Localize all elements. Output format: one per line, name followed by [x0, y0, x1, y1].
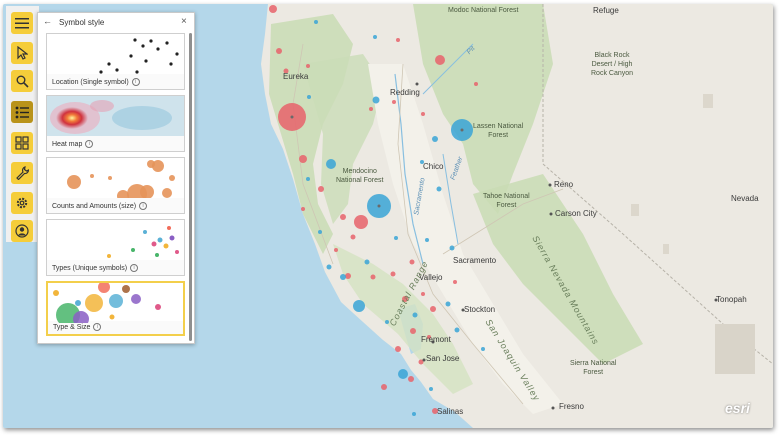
place-salinas: Salinas [437, 407, 464, 416]
location-thumbnail [47, 34, 184, 74]
pointer-icon [17, 46, 28, 60]
place-tonopah: Tonopah [716, 295, 747, 304]
place-redding: Redding [390, 88, 420, 97]
style-card-heat-map[interactable]: Heat map i [46, 95, 185, 152]
info-icon[interactable]: i [130, 264, 139, 272]
place-nevada: Nevada [731, 194, 759, 203]
place-chico: Chico [423, 162, 444, 171]
basemap-gallery-icon [15, 136, 29, 150]
layers-list-icon [15, 106, 29, 118]
app-window: Modoc National Forest Refuge Black Rock … [3, 4, 773, 428]
style-card-label: Counts and Amounts (size) i [52, 202, 148, 210]
place-black-rock: Black Rock Desert / High Rock Canyon [591, 52, 634, 77]
place-refuge: Refuge [593, 6, 619, 15]
info-icon[interactable]: i [131, 78, 140, 86]
place-reno: Reno [554, 180, 574, 189]
style-card-type-size[interactable]: Type & Size i [46, 281, 185, 336]
close-icon[interactable]: × [181, 16, 187, 27]
place-carson-city: Carson City [555, 209, 597, 218]
place-lassen: Lassen National Forest [473, 123, 524, 139]
panel-scrollbar[interactable] [189, 33, 192, 341]
left-toolbar [6, 6, 39, 242]
layers-button[interactable] [11, 101, 33, 123]
settings-button[interactable] [11, 192, 33, 214]
menu-button[interactable] [11, 12, 33, 34]
place-fresno: Fresno [559, 402, 584, 411]
style-card-label: Location (Single symbol) i [52, 78, 140, 86]
user-icon [15, 224, 29, 238]
tools-button[interactable] [11, 162, 33, 184]
basemap-gallery-button[interactable] [11, 132, 33, 154]
place-san-jose: San Jose [426, 354, 460, 363]
info-icon[interactable]: i [139, 202, 148, 210]
panel-title: Symbol style [59, 18, 105, 27]
symbol-style-panel: ← Symbol style × Location (Single symbol… [37, 12, 195, 344]
types-thumbnail [47, 220, 184, 260]
heat-map-thumbnail [47, 96, 184, 136]
menu-icon [15, 18, 29, 29]
place-modoc: Modoc National Forest [448, 7, 519, 14]
style-card-types[interactable]: Types (Unique symbols) i [46, 219, 185, 276]
panel-header: ← Symbol style × [38, 13, 194, 31]
place-mendocino: Mendocino National Forest [336, 168, 384, 184]
style-card-counts-amounts[interactable]: Counts and Amounts (size) i [46, 157, 185, 214]
counts-amounts-thumbnail [47, 158, 184, 198]
style-card-location[interactable]: Location (Single symbol) i [46, 33, 185, 90]
place-sacramento: Sacramento [453, 256, 497, 265]
place-fremont: Fremont [421, 335, 451, 344]
info-icon[interactable]: i [93, 323, 102, 331]
arrow-left-icon[interactable]: ← [43, 16, 52, 26]
account-button[interactable] [11, 220, 33, 242]
style-card-label: Heat map i [52, 140, 94, 148]
style-card-label: Type & Size i [53, 323, 102, 331]
style-card-label: Types (Unique symbols) i [52, 264, 139, 272]
esri-attribution[interactable]: esri [725, 400, 750, 416]
place-eureka: Eureka [283, 72, 309, 81]
settings-gear-icon [16, 197, 28, 209]
place-tahoe: Tahoe National Forest [483, 193, 530, 209]
type-size-thumbnail [48, 283, 183, 323]
search-icon [16, 75, 29, 88]
place-sierra-forest: Sierra National Forest [570, 360, 617, 376]
place-stockton: Stockton [464, 305, 496, 314]
wrench-icon [16, 166, 29, 180]
search-button[interactable] [11, 70, 33, 92]
info-icon[interactable]: i [85, 140, 94, 148]
select-tool-button[interactable] [11, 42, 33, 64]
